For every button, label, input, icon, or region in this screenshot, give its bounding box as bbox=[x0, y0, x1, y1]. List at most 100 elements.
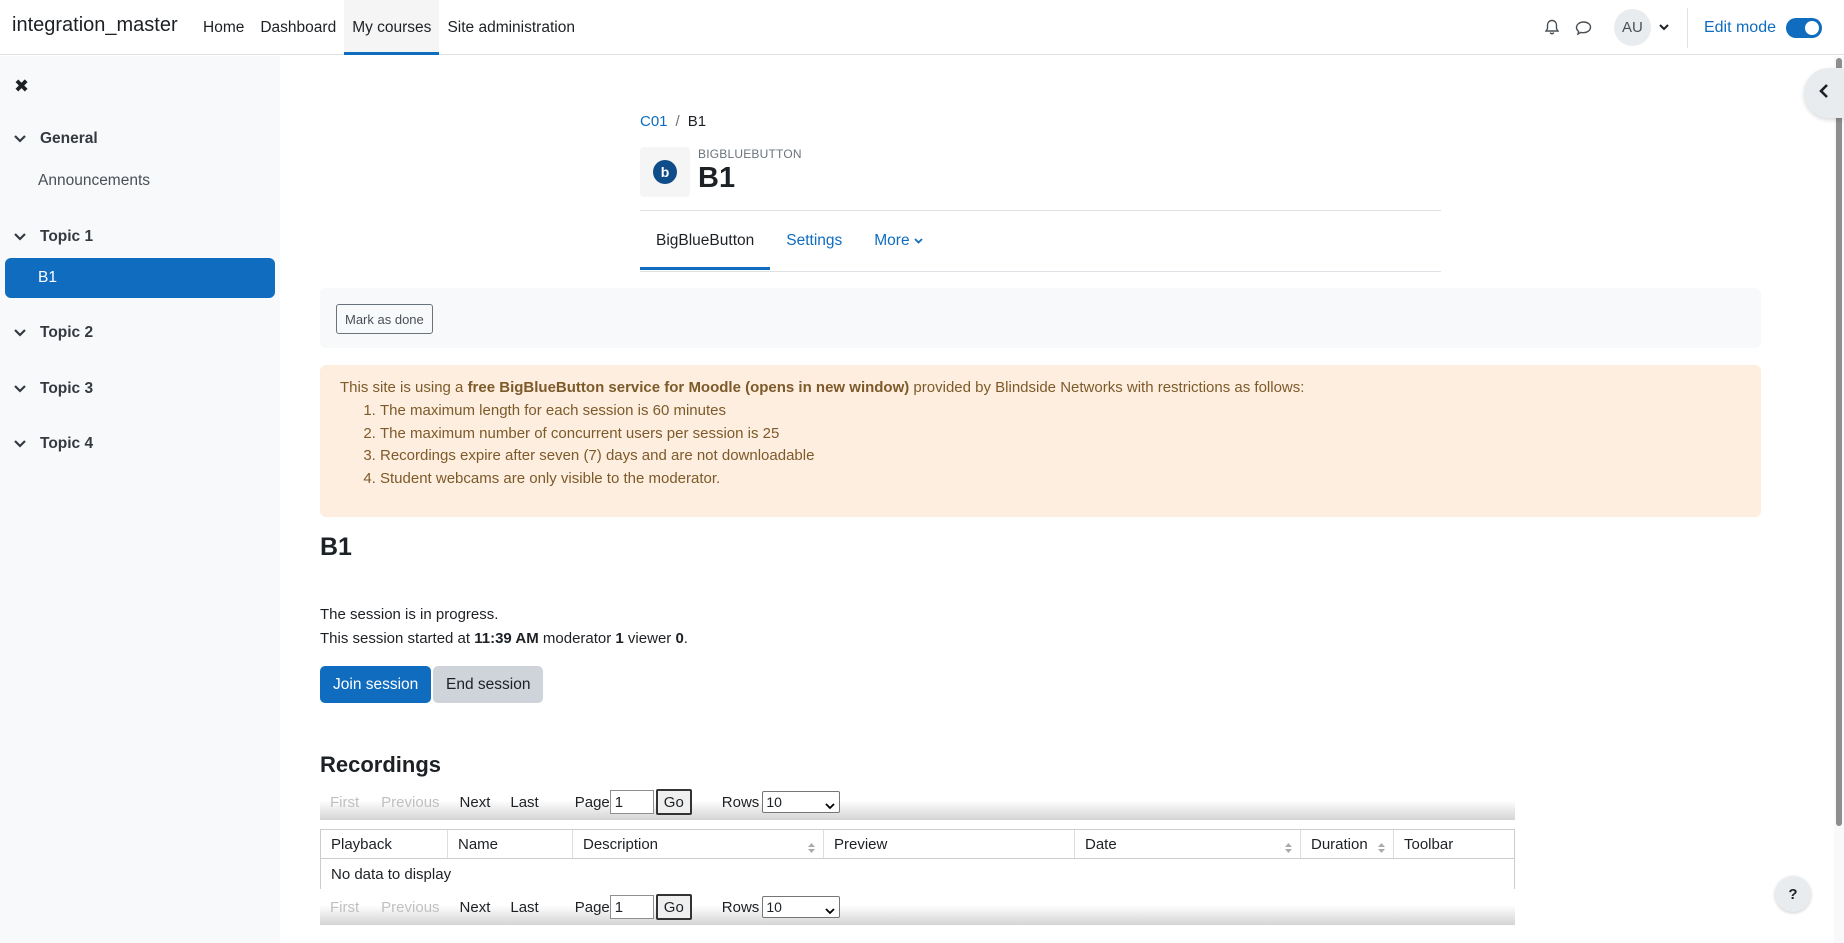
pager-rows-label: Rows bbox=[721, 898, 760, 916]
nav-my-courses[interactable]: My courses bbox=[344, 0, 440, 55]
section-topic-3[interactable]: Topic 3 bbox=[14, 380, 93, 398]
breadcrumb-current: B1 bbox=[687, 113, 707, 130]
recordings-table-header: Playback Name Description Preview Date D… bbox=[320, 829, 1515, 859]
activity-completion-bar: Mark as done bbox=[320, 288, 1761, 348]
pager-previous-link[interactable]: Previous bbox=[381, 794, 439, 811]
chevron-down-icon[interactable] bbox=[14, 135, 32, 143]
alert-intro: This site is using a free BigBlueButton … bbox=[340, 379, 1741, 396]
pager-last-link[interactable]: Last bbox=[510, 794, 538, 811]
edit-mode-toggle[interactable] bbox=[1786, 17, 1822, 38]
section-topic-2[interactable]: Topic 2 bbox=[14, 324, 93, 342]
pager-rows-select[interactable]: 10 bbox=[762, 896, 841, 918]
tab-more[interactable]: More bbox=[858, 211, 938, 270]
pager-rows-label: Rows bbox=[721, 793, 760, 811]
column-header-description[interactable]: Description bbox=[573, 830, 824, 858]
mark-as-done-button[interactable]: Mark as done bbox=[336, 304, 433, 334]
course-index-drawer: ✖ General Announcements Topic 1 B1 Topic… bbox=[0, 56, 280, 943]
join-session-button[interactable]: Join session bbox=[320, 666, 432, 703]
column-header-label: Duration bbox=[1311, 835, 1368, 853]
chevron-down-icon bbox=[825, 797, 835, 813]
chevron-down-icon[interactable] bbox=[14, 385, 32, 393]
pager-first-link[interactable]: First bbox=[330, 794, 359, 811]
viewer-label: viewer bbox=[623, 630, 676, 647]
chevron-down-icon bbox=[913, 237, 923, 244]
viewer-count: 0 bbox=[675, 630, 684, 647]
moderator-count: 1 bbox=[615, 630, 624, 647]
bigbluebutton-logo-icon: b bbox=[653, 160, 677, 184]
chevron-down-icon bbox=[825, 902, 835, 918]
pager-go-button[interactable]: Go bbox=[655, 894, 692, 920]
pager-page-label: Page bbox=[574, 898, 610, 916]
column-header-playback[interactable]: Playback bbox=[321, 830, 448, 858]
recordings-heading: Recordings bbox=[320, 752, 442, 777]
alert-intro-prefix: This site is using a bbox=[340, 379, 468, 396]
free-service-link[interactable]: free BigBlueButton service for Moodle (o… bbox=[468, 379, 910, 396]
tab-bigbluebutton[interactable]: BigBlueButton bbox=[640, 211, 771, 270]
recordings-empty-row: No data to display bbox=[320, 859, 1515, 890]
primary-navigation: Home Dashboard My courses Site administr… bbox=[195, 0, 583, 55]
pager-page-label: Page bbox=[574, 793, 610, 811]
edit-mode-label: Edit mode bbox=[1703, 18, 1776, 36]
user-avatar[interactable]: AU bbox=[1613, 9, 1651, 46]
module-type-label: BIGBLUEBUTTON bbox=[698, 147, 802, 161]
empty-table-message: No data to display bbox=[331, 865, 452, 883]
messages-chat-icon[interactable] bbox=[1568, 12, 1600, 44]
section-title-label: Topic 2 bbox=[40, 324, 94, 341]
section-title-label: Topic 4 bbox=[40, 435, 94, 452]
column-header-toolbar[interactable]: Toolbar bbox=[1394, 830, 1514, 858]
sort-icon bbox=[808, 840, 815, 857]
navbar-user-area: AU Edit mode bbox=[1536, 0, 1844, 55]
column-header-name[interactable]: Name bbox=[448, 830, 573, 858]
end-session-button[interactable]: End session bbox=[433, 666, 544, 703]
pager-previous-link[interactable]: Previous bbox=[381, 899, 439, 916]
navbar-divider bbox=[1686, 7, 1688, 48]
chevron-down-icon[interactable] bbox=[14, 329, 32, 337]
column-header-preview[interactable]: Preview bbox=[824, 830, 1075, 858]
column-header-label: Description bbox=[583, 835, 659, 853]
breadcrumb-separator: / bbox=[675, 113, 680, 130]
nav-dashboard[interactable]: Dashboard bbox=[252, 0, 344, 55]
open-block-drawer-button[interactable] bbox=[1804, 68, 1844, 118]
pager-next-link[interactable]: Next bbox=[460, 794, 491, 811]
pager-rows-select[interactable]: 10 bbox=[762, 791, 841, 813]
pager-next-link[interactable]: Next bbox=[460, 899, 491, 916]
room-heading: B1 bbox=[320, 533, 352, 561]
nav-home[interactable]: Home bbox=[195, 0, 252, 55]
pager-page-input[interactable]: 1 bbox=[609, 895, 654, 919]
nav-site-administration[interactable]: Site administration bbox=[439, 0, 583, 55]
section-topic-4[interactable]: Topic 4 bbox=[14, 435, 93, 453]
service-restrictions-alert: This site is using a free BigBlueButton … bbox=[320, 365, 1761, 517]
column-header-date[interactable]: Date bbox=[1075, 830, 1301, 858]
tab-settings[interactable]: Settings bbox=[770, 211, 858, 270]
section-title-label: General bbox=[40, 130, 98, 147]
period: . bbox=[683, 630, 688, 647]
started-prefix: This session started at bbox=[320, 630, 475, 647]
user-menu-chevron-down-icon[interactable] bbox=[1655, 24, 1673, 31]
sort-icon bbox=[1285, 840, 1292, 857]
section-topic-1[interactable]: Topic 1 bbox=[14, 228, 93, 246]
chevron-down-icon[interactable] bbox=[14, 233, 32, 241]
top-navbar: integration_master Home Dashboard My cou… bbox=[0, 0, 1844, 55]
section-general[interactable]: General bbox=[14, 130, 98, 148]
breadcrumb-course-link[interactable]: C01 bbox=[640, 113, 668, 130]
drawer-item-b1[interactable]: B1 bbox=[5, 258, 275, 298]
pager-go-button[interactable]: Go bbox=[655, 789, 692, 815]
drawer-item-announcements[interactable]: Announcements bbox=[38, 172, 150, 190]
site-name[interactable]: integration_master bbox=[12, 14, 178, 37]
bigbluebutton-activity-icon: b bbox=[640, 147, 690, 197]
column-header-label: Date bbox=[1085, 835, 1117, 853]
pager-last-link[interactable]: Last bbox=[510, 899, 538, 916]
notifications-bell-icon[interactable] bbox=[1536, 12, 1568, 44]
breadcrumb: C01 / B1 bbox=[640, 113, 706, 130]
rows-select-value: 10 bbox=[766, 899, 782, 915]
chevron-down-icon[interactable] bbox=[14, 440, 32, 448]
help-button[interactable]: ? bbox=[1775, 876, 1811, 912]
scrollbar-thumb[interactable] bbox=[1836, 58, 1842, 826]
pager-page-input[interactable]: 1 bbox=[609, 790, 654, 814]
column-header-duration[interactable]: Duration bbox=[1301, 830, 1394, 858]
close-drawer-icon[interactable]: ✖ bbox=[14, 76, 29, 97]
secondary-navigation: BigBlueButton Settings More bbox=[640, 211, 1441, 272]
pager-first-link[interactable]: First bbox=[330, 899, 359, 916]
session-details: This session started at 11:39 AM moderat… bbox=[320, 630, 688, 647]
chevron-left-icon bbox=[1819, 84, 1829, 102]
